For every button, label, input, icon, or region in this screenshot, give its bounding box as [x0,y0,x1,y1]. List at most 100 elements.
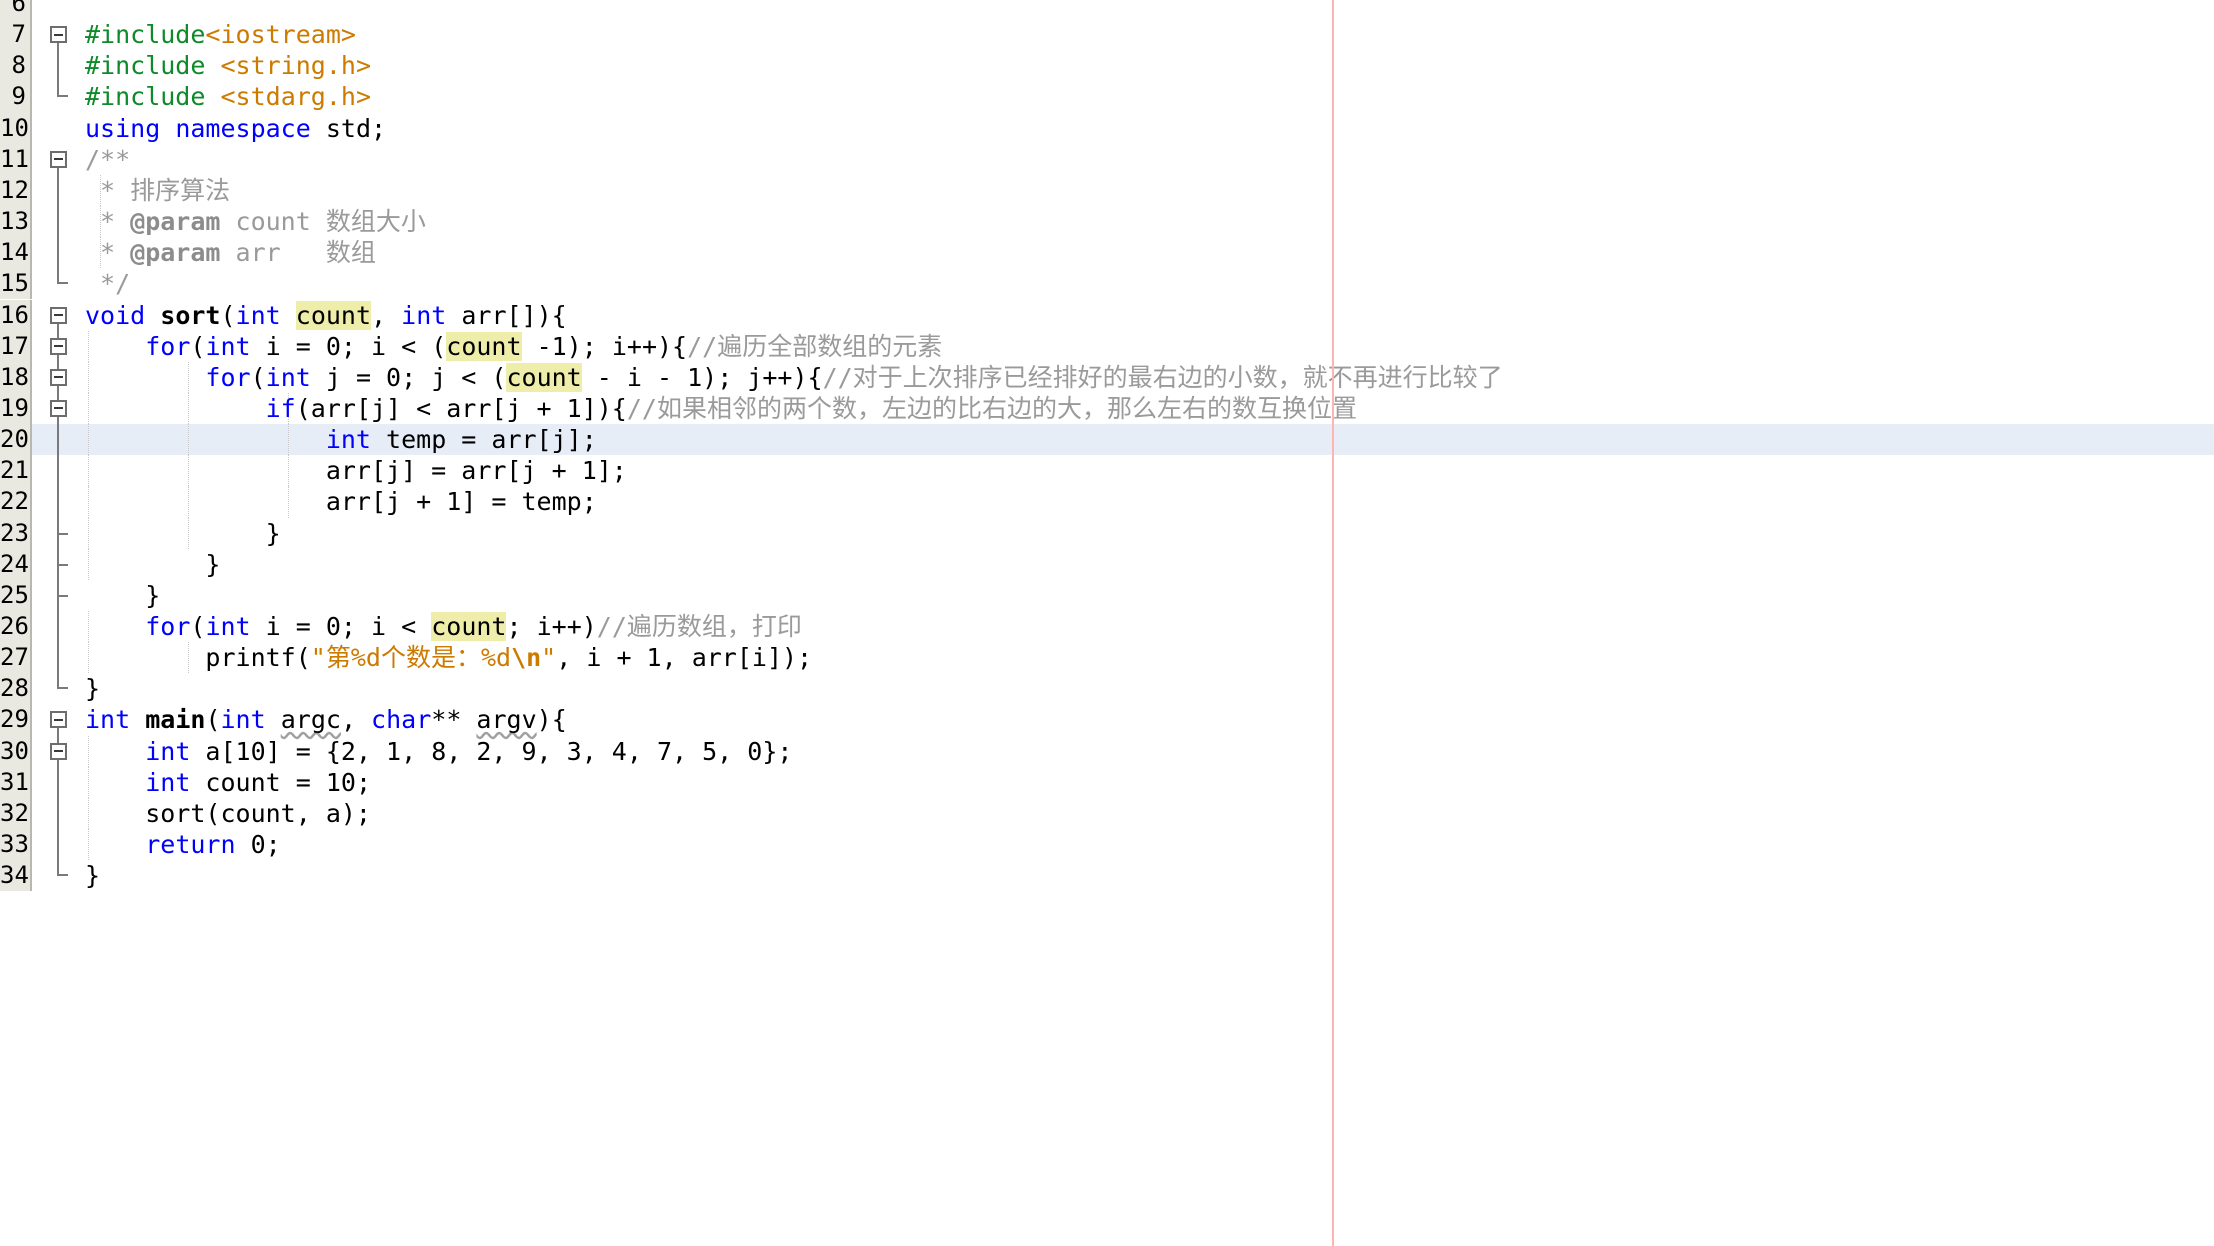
code-text-14: * @param arr 数组 [85,237,376,268]
fold-column-11 [34,143,84,175]
line-number-33: 33 [0,829,32,861]
code-text-25: } [85,580,160,611]
fold-connector [57,642,59,674]
token-int: int [220,705,266,735]
token-std: std; [325,113,387,143]
line-number-28: 28 [0,673,32,705]
fold-toggle-icon-7[interactable] [50,26,67,44]
token-paren: ( [205,705,221,735]
code-line-23[interactable]: 23 } [0,517,2214,549]
token-swap-statement: arr[j + 1] = temp; [85,487,597,517]
token-comment: //遍历数组，打印 [596,612,802,641]
token-int: int [205,612,251,641]
token-sort-call: sort(count, a); [85,798,371,828]
code-line-25[interactable]: 25 } [0,579,2214,611]
fold-column-26 [34,611,84,643]
token-return: return [145,830,236,860]
code-line-19[interactable]: 19 if(arr[j] < arr[j + 1]){//如果相邻的两个数，左边… [0,392,2214,425]
token-param-desc: 数组 [325,238,376,268]
line-number-16: 16 [0,299,32,331]
fold-toggle-icon-17[interactable] [50,337,67,355]
token-count-highlighted: count [506,362,582,392]
code-line-28[interactable]: 28 } [0,673,2214,705]
token-char: char [371,705,432,735]
line-number-18: 18 [0,361,32,393]
line-number-19: 19 [0,392,32,425]
token-for: for [145,331,191,361]
fold-toggle-icon-19[interactable] [50,399,67,417]
code-text-22: arr[j + 1] = temp; [85,486,597,517]
code-line-9[interactable]: 9 #include <stdarg.h> [0,81,2214,113]
token-paren: ( [190,331,206,361]
code-text-15: */ [85,268,130,299]
code-line-33[interactable]: 33 return 0; [0,829,2214,861]
token-count-highlighted: count [295,300,372,330]
code-editor[interactable]: 6 7 #include<iostream> 8 #include <strin… [0,0,2214,1246]
code-line-29[interactable]: 29 int main(int argc, char** argv){ [0,704,2214,736]
code-line-30[interactable]: 30 int a[10] = {2, 1, 8, 2, 9, 3, 4, 7, … [0,735,2214,767]
code-line-16[interactable]: 16 void sort(int count, int arr[]){ [0,299,2214,331]
token-format-string: "第%d个数是：%d [310,643,512,673]
token-int: int [401,300,447,330]
code-line-18[interactable]: 18 for(int j = 0; j < (count - i - 1); j… [0,361,2214,393]
code-text-26: for(int i = 0; i < count; i++)//遍历数组，打印 [85,611,802,642]
token-comment: //对于上次排序已经排好的最右边的小数，就不再进行比较了 [822,362,1503,392]
code-line-24[interactable]: 24 } [0,548,2214,580]
code-line-14[interactable]: 14 * @param arr 数组 [0,237,2214,269]
fold-connector [57,766,59,798]
token-loop-cond: -1); i++){ [521,331,688,361]
code-line-34[interactable]: 34 } [0,860,2214,892]
code-line-10[interactable]: 10 using namespace std; [0,112,2214,144]
fold-column-16 [34,299,84,331]
code-line-17[interactable]: 17 for(int i = 0; i < (count -1); i++){/… [0,330,2214,362]
token-count-highlighted: count [446,331,522,361]
fold-connector [57,50,59,82]
code-line-12[interactable]: 12 * 排序算法 [0,174,2214,207]
fold-toggle-icon-11[interactable] [50,150,67,168]
code-line-11[interactable]: 11 /** [0,143,2214,175]
code-line-27[interactable]: 27 printf("第%d个数是：%d\n", i + 1, arr[i]); [0,642,2214,674]
token-argc-unused-warning: argc [280,705,341,735]
token-comment-star: * [85,175,131,205]
fold-column-15 [34,268,84,300]
fold-toggle-icon-30[interactable] [50,742,67,760]
fold-column-18 [34,361,84,393]
fold-toggle-icon-29[interactable] [50,711,67,729]
fold-column-7 [34,19,84,51]
code-line-26[interactable]: 26 for(int i = 0; i < count; i++)//遍历数组，… [0,611,2214,643]
code-line-22[interactable]: 22 arr[j + 1] = temp; [0,486,2214,518]
code-line-21[interactable]: 21 arr[j] = arr[j + 1]; [0,455,2214,487]
line-number-27: 27 [0,642,32,674]
fold-column-27 [34,642,84,674]
fold-toggle-icon-18[interactable] [50,368,67,386]
code-line-15[interactable]: 15 */ [0,268,2214,300]
code-text-28: } [85,673,100,704]
fold-end-marker [57,81,68,98]
code-line-31[interactable]: 31 int count = 10; [0,766,2214,798]
token-int: int [145,736,191,766]
fold-toggle-icon-16[interactable] [50,306,67,324]
line-number-15: 15 [0,268,32,300]
line-number-21: 21 [0,455,32,487]
code-line-6[interactable]: 6 [0,0,2214,20]
code-line-32[interactable]: 32 sort(count, a); [0,797,2214,830]
code-line-7[interactable]: 7 #include<iostream> [0,19,2214,51]
code-line-8[interactable]: 8 #include <string.h> [0,50,2214,82]
code-text-33: return 0; [85,829,280,860]
code-line-13[interactable]: 13 * @param count 数组大小 [0,206,2214,238]
fold-connector [57,206,59,238]
code-line-20-current[interactable]: 20 int temp = arr[j]; [0,424,2214,456]
fold-column-31 [34,766,84,798]
token-loop-cond: - i - 1); j++){ [581,362,823,392]
line-number-32: 32 [0,797,32,830]
code-text-7: #include<iostream> [85,19,356,50]
line-number-23: 23 [0,517,32,549]
code-text-19: if(arr[j] < arr[j + 1]){//如果相邻的两个数，左边的比右… [85,393,1357,424]
